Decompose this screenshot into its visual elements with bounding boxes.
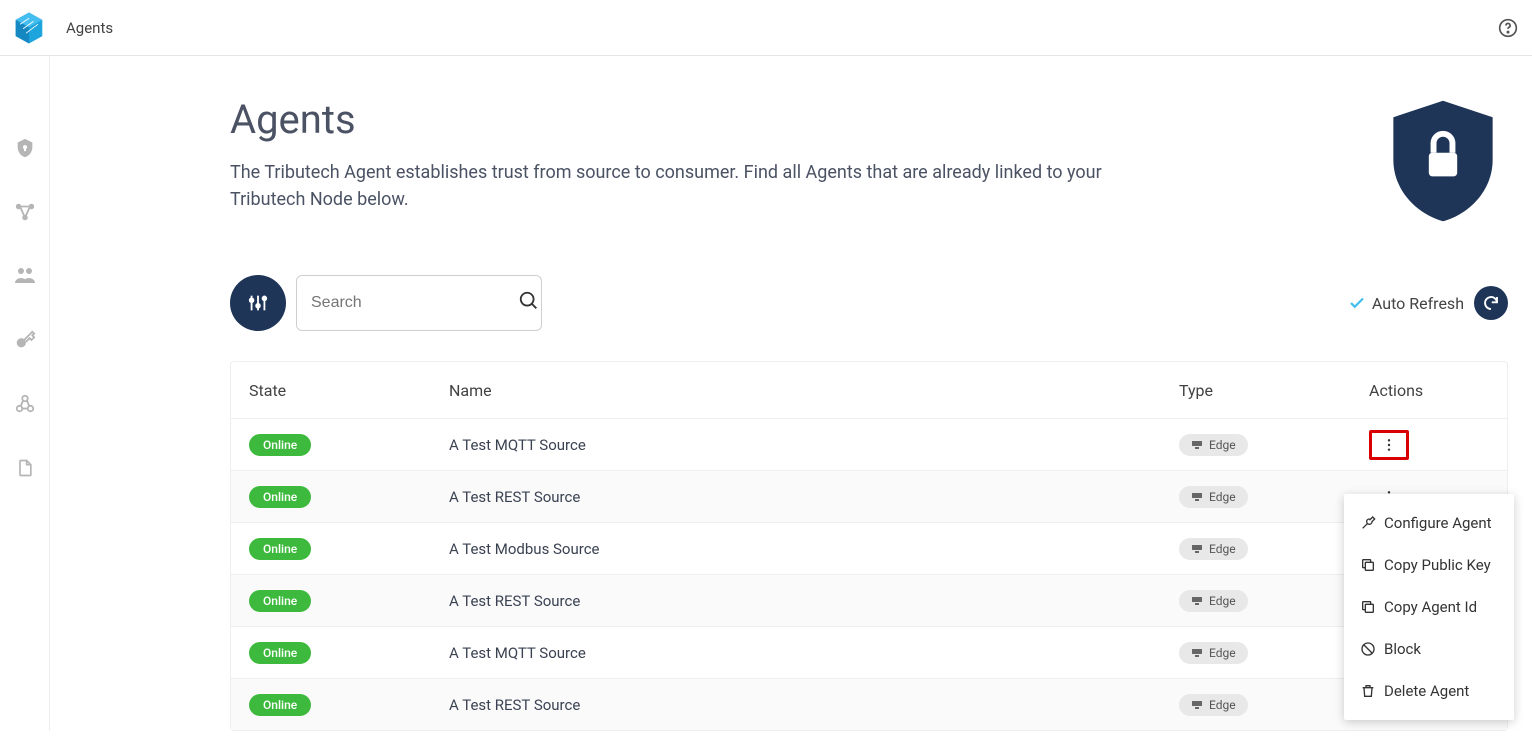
app-logo[interactable]	[12, 11, 46, 45]
cell-type: Edge	[1179, 590, 1369, 612]
sidebar-item-webhooks[interactable]	[13, 392, 37, 416]
more-vert-icon	[1381, 437, 1397, 453]
cell-state: Online	[249, 642, 449, 664]
cell-name: A Test REST Source	[449, 696, 1179, 714]
menu-item-label: Configure Agent	[1384, 514, 1492, 532]
actions-menu: Configure Agent Copy Public Key Copy Age…	[1344, 494, 1514, 720]
cell-name: A Test MQTT Source	[449, 436, 1179, 454]
page-title: Agents	[230, 96, 1532, 143]
sidebar-item-keys[interactable]	[13, 328, 37, 352]
topbar-left: Agents	[12, 11, 113, 45]
type-badge: Edge	[1179, 694, 1248, 716]
cell-name: A Test REST Source	[449, 592, 1179, 610]
type-badge: Edge	[1179, 538, 1248, 560]
cell-state: Online	[249, 590, 449, 612]
table-row[interactable]: Online A Test REST SourceEdge	[231, 574, 1507, 626]
cell-type: Edge	[1179, 486, 1369, 508]
table-row[interactable]: Online A Test MQTT SourceEdge	[231, 418, 1507, 470]
cell-type: Edge	[1179, 434, 1369, 456]
filter-button[interactable]	[230, 275, 286, 331]
type-badge: Edge	[1179, 434, 1248, 456]
table-row[interactable]: Online A Test REST SourceEdge	[231, 470, 1507, 522]
col-header-type[interactable]: Type	[1179, 381, 1369, 400]
edge-icon	[1191, 544, 1203, 554]
edge-icon	[1191, 648, 1203, 658]
menu-item-label: Delete Agent	[1384, 682, 1469, 700]
status-badge: Online	[249, 486, 311, 508]
cell-state: Online	[249, 694, 449, 716]
breadcrumb: Agents	[66, 19, 113, 37]
edge-icon	[1191, 700, 1203, 710]
edge-icon	[1191, 492, 1203, 502]
topbar: Agents	[0, 0, 1532, 56]
status-badge: Online	[249, 434, 311, 456]
menu-item-label: Copy Public Key	[1384, 556, 1491, 574]
menu-item-block[interactable]: Block	[1344, 628, 1514, 670]
menu-item-copy-id[interactable]: Copy Agent Id	[1344, 586, 1514, 628]
type-badge: Edge	[1179, 642, 1248, 664]
sidebar-item-documents[interactable]	[13, 456, 37, 480]
search-box	[296, 275, 542, 331]
auto-refresh-label: Auto Refresh	[1372, 294, 1464, 313]
status-badge: Online	[249, 590, 311, 612]
copy-icon	[1360, 599, 1376, 615]
cell-name: A Test REST Source	[449, 488, 1179, 506]
table-row[interactable]: Online A Test REST SourceEdge	[231, 678, 1507, 730]
table-row[interactable]: Online A Test MQTT SourceEdge	[231, 626, 1507, 678]
status-badge: Online	[249, 538, 311, 560]
type-badge: Edge	[1179, 590, 1248, 612]
sidebar-item-agents[interactable]	[13, 136, 37, 160]
search-input[interactable]	[311, 294, 518, 312]
row-actions-button[interactable]	[1369, 430, 1409, 460]
edge-icon	[1191, 440, 1203, 450]
status-badge: Online	[249, 694, 311, 716]
cell-type: Edge	[1179, 694, 1369, 716]
help-button[interactable]	[1496, 16, 1520, 40]
table-row[interactable]: Online A Test Modbus SourceEdge	[231, 522, 1507, 574]
shield-badge-icon	[1378, 96, 1508, 230]
search-icon[interactable]	[518, 290, 540, 316]
controls-bar: Auto Refresh	[230, 275, 1532, 331]
copy-icon	[1360, 557, 1376, 573]
menu-item-delete[interactable]: Delete Agent	[1344, 670, 1514, 712]
col-header-name[interactable]: Name	[449, 381, 1179, 400]
cell-actions	[1369, 430, 1489, 460]
cell-name: A Test MQTT Source	[449, 644, 1179, 662]
type-badge: Edge	[1179, 486, 1248, 508]
cell-state: Online	[249, 538, 449, 560]
cell-name: A Test Modbus Source	[449, 540, 1179, 558]
sidebar-item-network[interactable]	[13, 200, 37, 224]
edge-icon	[1191, 596, 1203, 606]
col-header-state[interactable]: State	[249, 381, 449, 400]
trash-icon	[1360, 683, 1376, 699]
status-badge: Online	[249, 642, 311, 664]
cell-type: Edge	[1179, 642, 1369, 664]
main-content: Agents The Tributech Agent establishes t…	[50, 56, 1532, 731]
auto-refresh-toggle[interactable]: Auto Refresh	[1348, 294, 1464, 313]
menu-item-label: Block	[1384, 640, 1421, 658]
table-header: State Name Type Actions	[231, 362, 1507, 418]
block-icon	[1360, 641, 1376, 657]
agents-table: State Name Type Actions Online A Test MQT…	[230, 361, 1508, 731]
menu-item-copy-key[interactable]: Copy Public Key	[1344, 544, 1514, 586]
cell-state: Online	[249, 434, 449, 456]
page-description: The Tributech Agent establishes trust fr…	[230, 159, 1110, 213]
menu-item-label: Copy Agent Id	[1384, 598, 1477, 616]
cell-state: Online	[249, 486, 449, 508]
cell-type: Edge	[1179, 538, 1369, 560]
wrench-icon	[1360, 515, 1376, 531]
col-header-actions: Actions	[1369, 381, 1489, 400]
check-icon	[1348, 294, 1366, 312]
menu-item-configure[interactable]: Configure Agent	[1344, 502, 1514, 544]
sidebar-item-users[interactable]	[13, 264, 37, 288]
refresh-button[interactable]	[1474, 286, 1508, 320]
sidebar	[0, 56, 50, 731]
